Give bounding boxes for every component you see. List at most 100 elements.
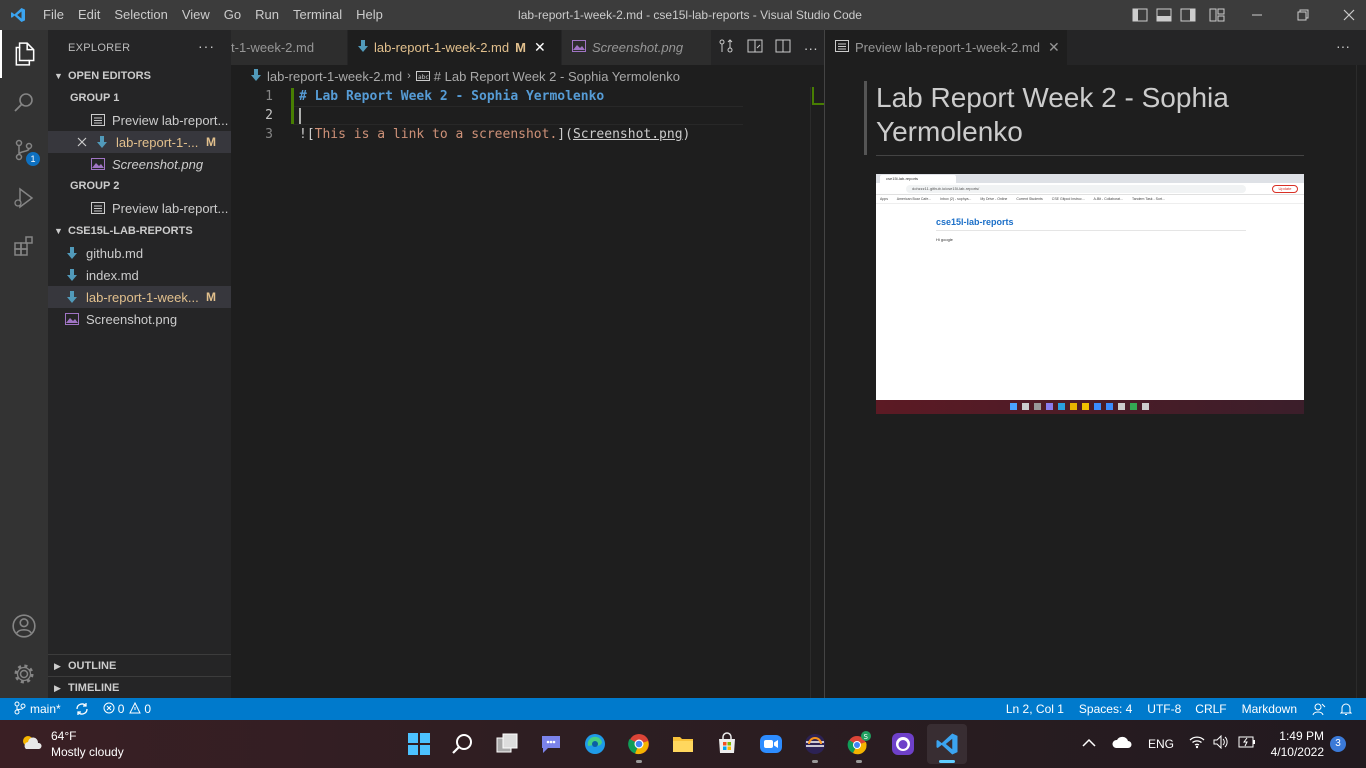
close-icon[interactable]: [74, 134, 90, 150]
more-actions-icon[interactable]: ···: [1336, 38, 1350, 54]
group-2-label[interactable]: GROUP 2: [48, 175, 231, 197]
microsoft-store-icon[interactable]: [707, 724, 747, 764]
file-github-md[interactable]: github.md: [48, 242, 231, 264]
explorer-icon[interactable]: [0, 30, 48, 78]
line-ending[interactable]: CRLF: [1188, 698, 1233, 720]
search-icon[interactable]: [0, 78, 48, 126]
preview-icon: [835, 40, 849, 55]
code-line-1[interactable]: # Lab Report Week 2 - Sophia Yermolenko: [299, 89, 604, 104]
zoom-icon[interactable]: [751, 724, 791, 764]
start-icon[interactable]: [399, 724, 439, 764]
problems-indicator[interactable]: 0 0: [96, 698, 158, 720]
code-line-2[interactable]: [299, 108, 301, 124]
close-window-icon[interactable]: [1326, 0, 1366, 30]
menu-file[interactable]: File: [36, 0, 71, 30]
menu-run[interactable]: Run: [248, 0, 286, 30]
menu-terminal[interactable]: Terminal: [286, 0, 349, 30]
open-editor-preview-2[interactable]: Preview lab-report...: [48, 197, 231, 219]
source-control-icon[interactable]: 1: [0, 126, 48, 174]
run-debug-icon[interactable]: [0, 174, 48, 222]
tab-screenshot[interactable]: Screenshot.png: [562, 30, 712, 65]
folder-section[interactable]: ▼ CSE15L-LAB-REPORTS: [48, 220, 231, 242]
chrome-icon[interactable]: [619, 724, 659, 764]
menu-selection[interactable]: Selection: [107, 0, 174, 30]
breadcrumb-symbol[interactable]: # Lab Report Week 2 - Sophia Yermolenko: [434, 69, 680, 84]
close-tab-icon[interactable]: ✕: [534, 39, 546, 56]
github-desktop-icon[interactable]: [883, 724, 923, 764]
indentation[interactable]: Spaces: 4: [1071, 698, 1140, 720]
timeline-label: TIMELINE: [68, 682, 120, 694]
clock-time[interactable]: 1:49 PM: [1266, 729, 1324, 743]
file-screenshot-png[interactable]: Screenshot.png: [48, 308, 231, 330]
clock-date[interactable]: 4/10/2022: [1266, 745, 1324, 759]
preview-scrollbar[interactable]: [1356, 65, 1366, 698]
toggle-sidebar-icon[interactable]: [1128, 0, 1152, 30]
toggle-panel-icon[interactable]: [1152, 0, 1176, 30]
bookmark: A-Bit - Collaborat...: [1093, 197, 1124, 201]
sync-icon[interactable]: [68, 698, 96, 720]
more-actions-icon[interactable]: ···: [804, 40, 818, 56]
open-editor-lab-report[interactable]: lab-report-1-... M: [48, 131, 231, 153]
battery-icon[interactable]: [1238, 736, 1256, 751]
image-link[interactable]: Screenshot.png: [573, 127, 683, 142]
file-index-md[interactable]: index.md: [48, 264, 231, 286]
menu-help[interactable]: Help: [349, 0, 390, 30]
tab-partial[interactable]: t-1-week-2.md: [231, 30, 348, 65]
editor-scrollbar[interactable]: [810, 87, 824, 698]
menu-go[interactable]: Go: [217, 0, 248, 30]
open-editor-screenshot[interactable]: Screenshot.png: [48, 153, 231, 175]
toggle-secondary-sidebar-icon[interactable]: [1176, 0, 1200, 30]
markdown-file-icon: [358, 40, 368, 55]
chevron-right-icon: ›: [407, 70, 411, 82]
extensions-icon[interactable]: [0, 222, 48, 270]
timeline-section[interactable]: ▶ TIMELINE: [48, 677, 231, 699]
encoding[interactable]: UTF-8: [1140, 698, 1188, 720]
taskbar-search-icon[interactable]: [443, 724, 483, 764]
minimize-icon[interactable]: [1234, 0, 1280, 30]
chevron-up-icon[interactable]: [1082, 736, 1096, 751]
edge-browser-icon[interactable]: [575, 724, 615, 764]
code-editor[interactable]: 1 2 3 # Lab Report Week 2 - Sophia Yermo…: [231, 87, 824, 698]
weather-condition[interactable]: Mostly cloudy: [51, 745, 124, 759]
tab-lab-report[interactable]: lab-report-1-week-2.md M ✕: [348, 30, 562, 65]
file-lab-report[interactable]: lab-report-1-week... M: [48, 286, 231, 308]
language-mode[interactable]: Markdown: [1234, 698, 1305, 720]
open-editors-section[interactable]: ▼ OPEN EDITORS: [48, 65, 231, 87]
file-label: github.md: [86, 245, 144, 261]
close-tab-icon[interactable]: ✕: [1048, 39, 1060, 56]
chrome-profile-icon[interactable]: S: [839, 724, 879, 764]
feedback-icon[interactable]: [1305, 698, 1333, 720]
group-1-label[interactable]: GROUP 1: [48, 87, 231, 109]
notification-badge[interactable]: 3: [1330, 736, 1346, 752]
wifi-icon[interactable]: [1189, 735, 1205, 752]
customize-layout-icon[interactable]: [1200, 0, 1234, 30]
split-editor-icon[interactable]: [775, 38, 791, 57]
explorer-more-actions-icon[interactable]: ···: [198, 38, 215, 54]
breadcrumb-file[interactable]: lab-report-1-week-2.md: [267, 69, 402, 84]
open-changes-icon[interactable]: [718, 38, 734, 57]
vscode-taskbar-icon[interactable]: [927, 724, 967, 764]
open-preview-side-icon[interactable]: [747, 38, 763, 57]
outline-section[interactable]: ▶ OUTLINE: [48, 655, 231, 677]
weather-temp[interactable]: 64°F: [51, 729, 76, 743]
volume-icon[interactable]: [1213, 734, 1231, 752]
notifications-bell-icon[interactable]: [1333, 698, 1366, 720]
menu-view[interactable]: View: [175, 0, 217, 30]
code-line-3[interactable]: ![This is a link to a screenshot.](Scree…: [299, 127, 690, 142]
accounts-icon[interactable]: [0, 602, 48, 650]
weather-cloud-icon[interactable]: [20, 733, 44, 754]
scm-badge: 1: [26, 152, 40, 166]
branch-indicator[interactable]: main*: [0, 698, 68, 720]
teams-chat-icon[interactable]: [531, 724, 571, 764]
menu-edit[interactable]: Edit: [71, 0, 107, 30]
eclipse-icon[interactable]: [795, 724, 835, 764]
tab-preview[interactable]: Preview lab-report-1-week-2.md ✕: [825, 30, 1068, 65]
onedrive-cloud-icon[interactable]: [1112, 735, 1132, 752]
settings-gear-icon[interactable]: [0, 650, 48, 698]
open-editor-preview-1[interactable]: Preview lab-report...: [48, 109, 231, 131]
task-view-icon[interactable]: [487, 724, 527, 764]
input-language[interactable]: ENG: [1148, 737, 1174, 751]
file-explorer-icon[interactable]: [663, 724, 703, 764]
cursor-position[interactable]: Ln 2, Col 1: [999, 698, 1071, 720]
restore-icon[interactable]: [1280, 0, 1326, 30]
